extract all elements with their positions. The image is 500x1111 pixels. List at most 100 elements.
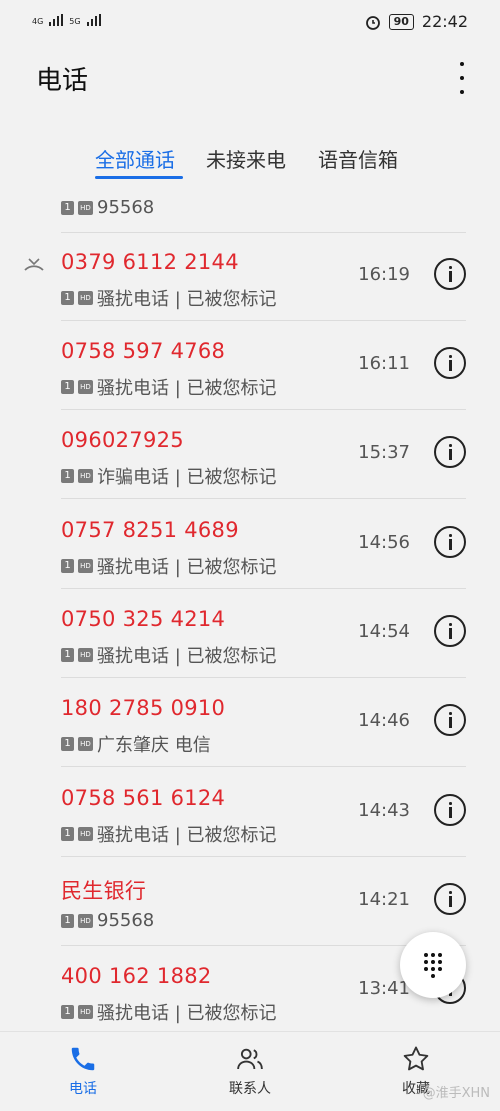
call-row[interactable]: 0758 597 4768 1 HD 骚扰电话 | 已被您标记 16:11 — [0, 321, 500, 410]
call-time: 14:56 — [358, 532, 410, 553]
call-row[interactable]: 0379 6112 2144 1 HD 骚扰电话 | 已被您标记 16:19 — [0, 232, 500, 321]
call-detail-text: 骚扰电话 | 已被您标记 — [97, 646, 277, 667]
missed-call-icon — [24, 258, 44, 271]
sim-badge: 1 — [61, 827, 74, 841]
sim-badge: 1 — [61, 913, 74, 928]
info-icon[interactable] — [434, 704, 466, 736]
call-detail-text: 诈骗电话 | 已被您标记 — [97, 467, 277, 488]
call-detail-text: 骚扰电话 | 已被您标记 — [97, 825, 277, 846]
info-icon[interactable] — [434, 258, 466, 290]
call-row[interactable]: 096027925 1 HD 诈骗电话 | 已被您标记 15:37 — [0, 410, 500, 499]
hd-badge: HD — [78, 913, 93, 928]
dialpad-button[interactable] — [400, 932, 466, 998]
more-options-icon[interactable] — [454, 62, 470, 94]
call-detail: 1 HD 骚扰电话 | 已被您标记 — [61, 285, 277, 311]
signal-5g-label: 5G — [69, 17, 81, 26]
status-bar: 4G 5G 90 22:42 — [0, 0, 500, 46]
signal-4g-label: 4G — [32, 17, 44, 26]
hd-badge: HD — [78, 648, 93, 662]
call-detail-text: 骚扰电话 | 已被您标记 — [97, 557, 277, 578]
call-time: 16:11 — [358, 353, 410, 374]
sim-badge: 1 — [61, 648, 74, 662]
caller-name: 0758 561 6124 — [61, 786, 226, 810]
call-detail: 1 HD 骚扰电话 | 已被您标记 — [61, 553, 277, 579]
sim-badge: 1 — [61, 380, 74, 394]
call-detail: 1 HD 骚扰电话 | 已被您标记 — [61, 642, 277, 668]
signal-bars-icon — [49, 14, 64, 26]
info-icon[interactable] — [434, 883, 466, 915]
call-detail-text: 95568 — [97, 197, 155, 218]
call-time: 14:54 — [358, 621, 410, 642]
bottom-navigation: 电话 联系人 收藏 @淮手XHN — [0, 1031, 500, 1111]
hd-badge: HD — [78, 469, 93, 483]
call-row[interactable]: 0758 561 6124 1 HD 骚扰电话 | 已被您标记 14:43 — [0, 768, 500, 857]
row-divider — [61, 498, 466, 499]
call-detail: 1 HD 95568 — [61, 910, 154, 931]
nav-phone[interactable]: 电话 — [38, 1044, 128, 1098]
call-time: 13:41 — [358, 978, 410, 999]
call-row[interactable]: 0757 8251 4689 1 HD 骚扰电话 | 已被您标记 14:56 — [0, 500, 500, 589]
caller-name: 180 2785 0910 — [61, 696, 226, 720]
call-time: 16:19 — [358, 264, 410, 285]
call-detail: 1 HD 骚扰电话 | 已被您标记 — [61, 821, 277, 847]
call-detail-text: 骚扰电话 | 已被您标记 — [97, 289, 277, 310]
call-log-list: 1 HD 95568 0379 6112 2144 1 HD 骚扰电话 | 已被… — [0, 180, 500, 1032]
battery-indicator: 90 — [388, 13, 414, 30]
tab-missed-calls[interactable]: 未接来电 — [206, 144, 286, 173]
hd-badge: HD — [78, 827, 93, 841]
active-tab-indicator — [95, 176, 183, 179]
hd-badge: HD — [78, 380, 93, 394]
signal-indicators: 4G 5G — [32, 14, 101, 26]
watermark: @淮手XHN — [422, 1086, 490, 1101]
sim-badge: 1 — [61, 559, 74, 573]
call-detail-text: 95568 — [97, 910, 155, 931]
call-time: 15:37 — [358, 442, 410, 463]
sim-badge: 1 — [61, 469, 74, 483]
caller-name: 096027925 — [61, 428, 184, 452]
call-row[interactable]: 0750 325 4214 1 HD 骚扰电话 | 已被您标记 14:54 — [0, 589, 500, 678]
clock: 22:42 — [421, 12, 468, 31]
status-right: 90 22:42 — [365, 12, 468, 31]
caller-name: 0379 6112 2144 — [61, 250, 239, 274]
star-icon — [403, 1046, 429, 1071]
caller-name: 400 162 1882 — [61, 964, 212, 988]
call-detail: 1 HD 95568 — [61, 197, 154, 218]
sim-badge: 1 — [61, 291, 74, 305]
caller-name: 0758 597 4768 — [61, 339, 226, 363]
info-icon[interactable] — [434, 436, 466, 468]
page-title: 电话 — [36, 66, 89, 96]
call-time: 14:43 — [358, 800, 410, 821]
hd-badge: HD — [78, 737, 93, 751]
call-time: 14:46 — [358, 710, 410, 731]
hd-badge: HD — [78, 1005, 93, 1019]
nav-contacts[interactable]: 联系人 — [205, 1044, 295, 1098]
tab-all-calls[interactable]: 全部通话 — [95, 144, 175, 173]
call-detail-text: 骚扰电话 | 已被您标记 — [97, 378, 277, 399]
call-row[interactable]: 1 HD 95568 — [0, 180, 500, 233]
hd-badge: HD — [78, 200, 93, 215]
phone-icon — [71, 1047, 95, 1071]
call-time: 14:21 — [358, 889, 410, 910]
call-detail: 1 HD 诈骗电话 | 已被您标记 — [61, 463, 277, 489]
signal-bars-icon — [86, 14, 101, 26]
call-detail: 1 HD 骚扰电话 | 已被您标记 — [61, 999, 277, 1025]
app-bar: 电话 — [0, 46, 500, 122]
sim-badge: 1 — [61, 1005, 74, 1019]
caller-name: 0757 8251 4689 — [61, 518, 239, 542]
call-row[interactable]: 180 2785 0910 1 HD 广东肇庆 电信 14:46 — [0, 678, 500, 767]
hd-badge: HD — [78, 291, 93, 305]
info-icon[interactable] — [434, 615, 466, 647]
nav-contacts-label: 联系人 — [229, 1081, 271, 1097]
row-divider — [61, 766, 466, 767]
info-icon[interactable] — [434, 347, 466, 379]
caller-name: 民生银行 — [61, 879, 147, 903]
call-detail-text: 骚扰电话 | 已被您标记 — [97, 1003, 277, 1024]
info-icon[interactable] — [434, 794, 466, 826]
info-icon[interactable] — [434, 526, 466, 558]
call-detail: 1 HD 广东肇庆 电信 — [61, 731, 211, 757]
call-detail: 1 HD 骚扰电话 | 已被您标记 — [61, 374, 277, 400]
tab-voicemail[interactable]: 语音信箱 — [318, 144, 398, 173]
alarm-icon — [365, 15, 380, 30]
nav-phone-label: 电话 — [69, 1081, 97, 1097]
call-tabs: 全部通话 未接来电 语音信箱 — [0, 140, 500, 180]
